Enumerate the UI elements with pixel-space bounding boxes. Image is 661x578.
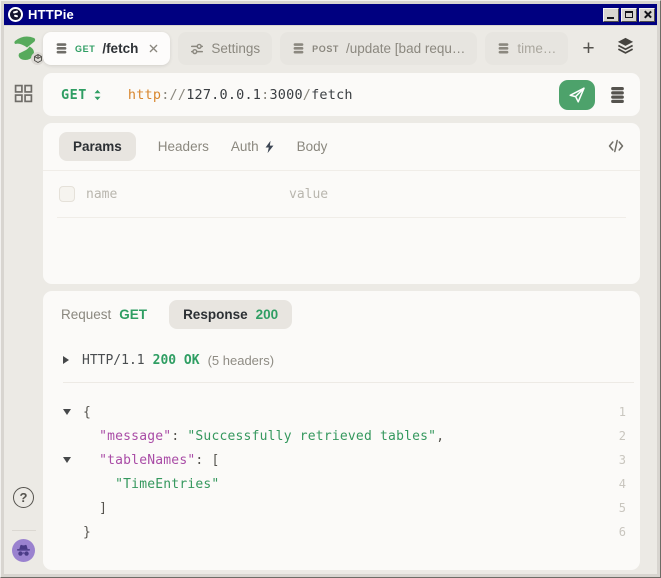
code-line: { 1: [43, 400, 640, 424]
tab-label: Settings: [211, 41, 260, 56]
httpie-app-icon: [8, 7, 23, 22]
request-panel: Params Headers Auth Body name: [43, 123, 640, 284]
rail-divider: [12, 530, 36, 531]
line-number: 1: [619, 405, 626, 419]
row-divider: [57, 217, 626, 218]
grid-icon: [14, 84, 33, 103]
method-dropdown[interactable]: GET: [61, 87, 102, 103]
json-key: "message": [99, 429, 171, 444]
database-stack-icon: [609, 86, 626, 104]
tab-method: GET: [75, 44, 95, 54]
param-row: name value: [43, 171, 640, 217]
code-line: "message": "Successfully retrieved table…: [43, 424, 640, 448]
tab-label: /fetch: [102, 41, 138, 56]
tab-update[interactable]: POST /update [bad requ…: [280, 32, 477, 65]
chevron-updown-icon: [93, 89, 102, 101]
help-button[interactable]: ?: [13, 487, 34, 508]
httpie-logo: [11, 33, 41, 63]
line-number: 4: [619, 477, 626, 491]
json-string: "TimeEntries": [115, 477, 219, 492]
response-panel: Request GET Response 200 HTTP/1.1 200 OK…: [43, 291, 640, 570]
tab-label: /update [bad requ…: [346, 41, 465, 56]
tab-response[interactable]: Response 200: [169, 300, 292, 329]
json-string: "Successfully retrieved tables": [187, 429, 436, 444]
response-headers-toggle[interactable]: HTTP/1.1 200 OK (5 headers): [43, 338, 640, 382]
app-window: HTTPie GET: [0, 0, 661, 578]
response-body: { 1 "message": "Successfully retrieved t…: [43, 383, 640, 544]
response-panel-tabs: Request GET Response 200: [43, 291, 640, 338]
minimize-button[interactable]: [603, 8, 619, 22]
question-mark-icon: ?: [20, 490, 28, 505]
url-port: 3000: [269, 87, 302, 103]
incognito-icon: [16, 544, 31, 557]
method-value: GET: [61, 87, 87, 103]
url-path: fetch: [311, 87, 353, 103]
headers-count: (5 headers): [208, 353, 274, 368]
requests-stack-icon: [497, 42, 510, 55]
request-panel-tabs: Params Headers Auth Body: [43, 123, 640, 170]
close-tab-icon[interactable]: [149, 44, 158, 53]
expand-arrow-icon: [63, 356, 69, 364]
code-line: } 6: [43, 520, 640, 544]
app-content: GET /fetch Settings: [4, 26, 657, 574]
requests-stack-icon: [292, 42, 305, 55]
workspaces-button[interactable]: [14, 84, 33, 103]
param-value-input[interactable]: value: [289, 187, 328, 202]
title-bar: HTTPie: [4, 4, 657, 25]
param-enabled-checkbox[interactable]: [59, 186, 75, 202]
close-button[interactable]: [639, 8, 655, 22]
code-view-button[interactable]: [608, 139, 624, 153]
status-text: 200 OK: [153, 353, 200, 368]
protocol-text: HTTP/1.1: [82, 353, 145, 368]
tab-fetch[interactable]: GET /fetch: [43, 32, 170, 65]
line-number: 6: [619, 525, 626, 539]
url-input[interactable]: http://127.0.0.1:3000/fetch: [128, 87, 559, 103]
lightning-bolt-icon: [264, 140, 275, 154]
tab-method: POST: [312, 44, 339, 54]
tab-body[interactable]: Body: [297, 139, 328, 154]
fold-arrow-icon[interactable]: [63, 409, 83, 415]
maximize-button[interactable]: [621, 8, 637, 22]
status-code-badge: 200: [256, 307, 279, 322]
tab-request[interactable]: Request GET: [61, 307, 147, 322]
url-scheme: http: [128, 87, 161, 103]
layers-icon: [616, 36, 635, 55]
tab-strip: GET /fetch Settings: [43, 32, 601, 65]
tab-settings[interactable]: Settings: [178, 32, 272, 65]
settings-sliders-icon: [190, 42, 204, 56]
tab-params[interactable]: Params: [59, 132, 136, 161]
code-line: "tableNames": [ 3: [43, 448, 640, 472]
tab-auth[interactable]: Auth: [231, 139, 275, 154]
param-name-input[interactable]: name: [86, 187, 117, 202]
url-host: 127.0.0.1: [186, 87, 261, 103]
code-icon: [608, 139, 624, 153]
new-tab-button[interactable]: +: [576, 34, 600, 64]
url-bar: GET http://127.0.0.1:3000/fetch: [43, 73, 640, 116]
code-line: ] 5: [43, 496, 640, 520]
tab-label: time…: [517, 41, 556, 56]
request-method-badge: GET: [119, 307, 147, 322]
requests-stack-icon: [55, 42, 68, 55]
tabs-overview-button[interactable]: [616, 36, 635, 55]
tab-headers[interactable]: Headers: [158, 139, 209, 154]
saved-requests-button[interactable]: [609, 86, 626, 104]
window-title: HTTPie: [28, 7, 601, 22]
json-key: "tableNames": [99, 453, 195, 468]
send-button[interactable]: [559, 80, 595, 110]
line-number: 3: [619, 453, 626, 467]
tab-time[interactable]: time…: [485, 32, 568, 65]
fold-arrow-icon[interactable]: [63, 457, 83, 463]
cube-icon: [34, 54, 42, 63]
paper-plane-icon: [568, 86, 586, 104]
code-line: "TimeEntries" 4: [43, 472, 640, 496]
line-number: 5: [619, 501, 626, 515]
line-number: 2: [619, 429, 626, 443]
user-avatar[interactable]: [12, 539, 35, 562]
